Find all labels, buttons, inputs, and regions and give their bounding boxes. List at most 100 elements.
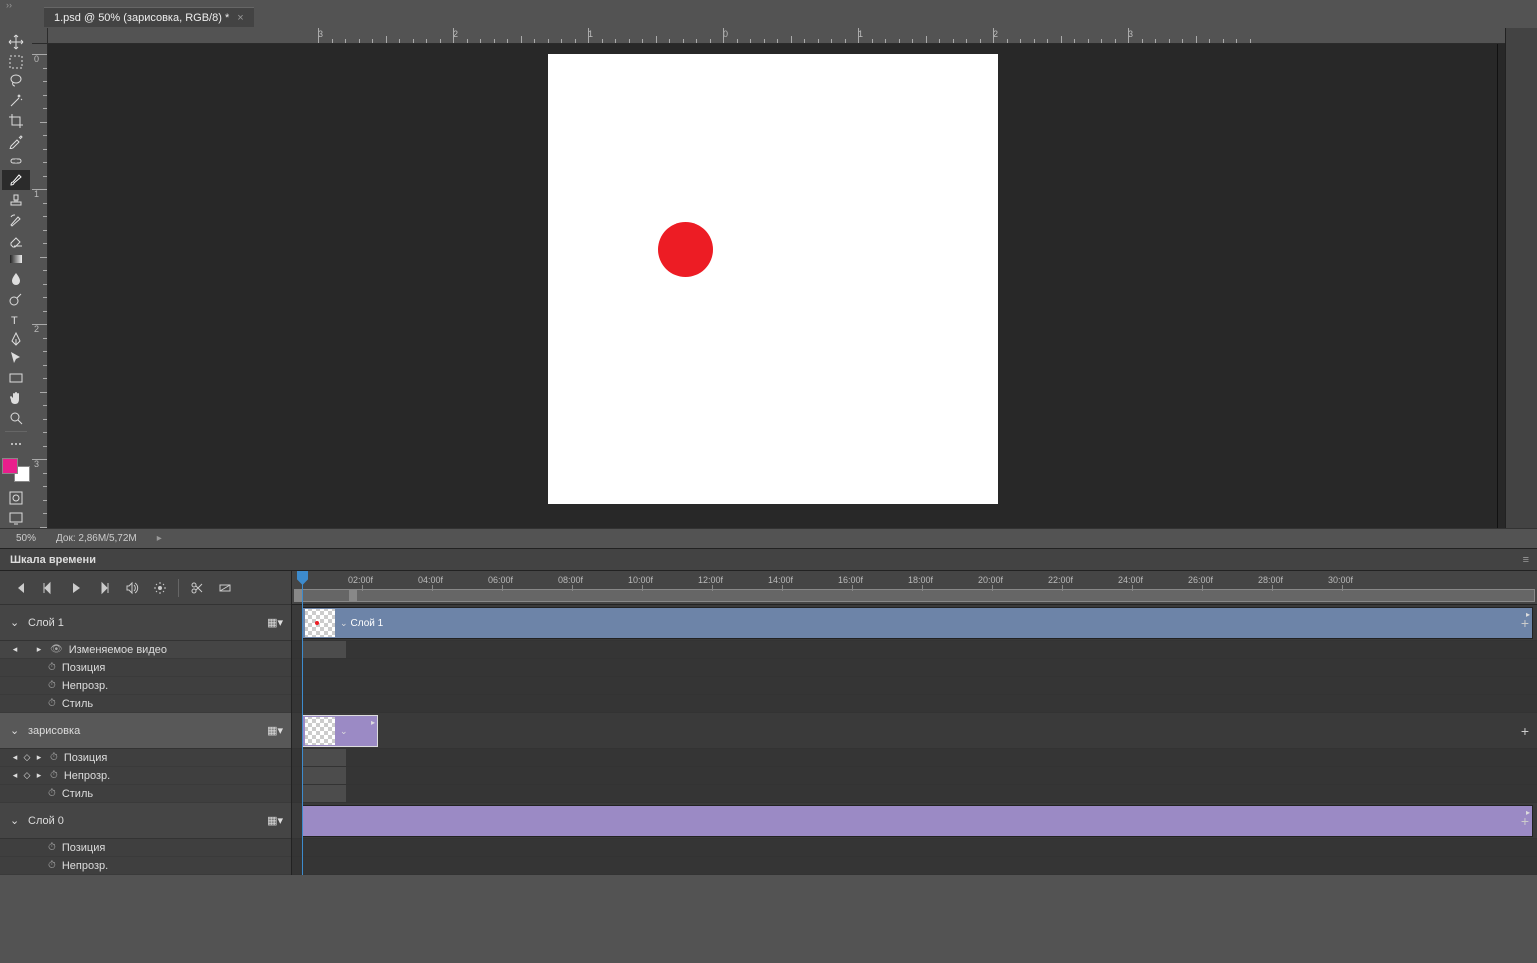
history-brush-tool-icon[interactable] (2, 210, 30, 230)
property-lane[interactable] (292, 641, 1537, 659)
property-lane[interactable] (292, 839, 1537, 857)
clip-lane[interactable]: ⌄ ▸ + (292, 713, 1537, 749)
work-area-bar[interactable] (294, 589, 1535, 602)
stopwatch-icon[interactable]: ⏱ (48, 680, 56, 691)
eyedropper-tool-icon[interactable] (2, 131, 30, 151)
misc-tool-icon[interactable] (2, 434, 30, 454)
document-canvas[interactable] (548, 54, 998, 504)
prev-keyframe-icon[interactable]: ◂ (10, 770, 20, 781)
go-to-start-button[interactable] (6, 576, 34, 600)
lasso-tool-icon[interactable] (2, 72, 30, 92)
stopwatch-icon[interactable]: ⏱ (50, 752, 58, 763)
magic-wand-tool-icon[interactable] (2, 91, 30, 111)
type-tool-icon[interactable]: T (2, 309, 30, 329)
clip-lane[interactable]: ⌄ Слой 1 ▸ + (292, 605, 1537, 641)
move-tool-icon[interactable] (2, 32, 30, 52)
track-property-row[interactable]: ◂◇▸⏱Непрозр. (0, 767, 291, 785)
color-swatch[interactable] (2, 458, 30, 482)
track-property-row[interactable]: ⏱Стиль (0, 785, 291, 803)
zoom-tool-icon[interactable] (2, 408, 30, 428)
track-property-row[interactable]: ⏱Непрозр. (0, 857, 291, 875)
prev-keyframe-icon[interactable]: ◂ (10, 644, 20, 655)
stopwatch-icon[interactable]: ⏱ (48, 662, 56, 673)
marquee-tool-icon[interactable] (2, 52, 30, 72)
time-ruler[interactable]: 02:00f04:00f06:00f08:00f10:00f12:00f14:0… (292, 571, 1537, 605)
dodge-tool-icon[interactable] (2, 289, 30, 309)
timeline-panel-header[interactable]: Шкала времени ≡ (0, 549, 1537, 571)
track-property-row[interactable]: ⏱Стиль (0, 695, 291, 713)
settings-button[interactable] (146, 576, 174, 600)
next-keyframe-icon[interactable]: ▸ (34, 770, 44, 781)
rectangle-tool-icon[interactable] (2, 368, 30, 388)
video-clip[interactable]: ▸ (302, 805, 1533, 837)
stopwatch-icon[interactable]: ⏱ (48, 698, 56, 709)
next-frame-button[interactable] (90, 576, 118, 600)
track-header[interactable]: ⌄ зарисовка ▦▾ (0, 713, 291, 749)
expand-track-icon[interactable]: ⌄ (10, 814, 22, 827)
next-keyframe-icon[interactable]: ▸ (34, 752, 44, 763)
blur-tool-icon[interactable] (2, 269, 30, 289)
status-popup-icon[interactable]: ▸ (157, 533, 162, 544)
property-lane[interactable] (292, 857, 1537, 875)
play-button[interactable] (62, 576, 90, 600)
add-keyframe-icon[interactable]: ◇ (22, 752, 32, 763)
panels-dock[interactable] (1505, 28, 1537, 528)
video-clip[interactable]: ⌄ Слой 1 ▸ (302, 607, 1533, 639)
add-media-icon[interactable]: + (1521, 615, 1529, 631)
doc-size-info[interactable]: Док: 2,86M/5,72M (56, 533, 137, 544)
add-keyframe-icon[interactable]: ◇ (22, 770, 32, 781)
stamp-tool-icon[interactable] (2, 190, 30, 210)
stopwatch-icon[interactable]: ⏱ (48, 842, 56, 853)
horizontal-ruler[interactable]: 3210123 (48, 28, 1505, 44)
prev-keyframe-icon[interactable]: ◂ (10, 752, 20, 763)
timeline-tracks-area[interactable]: 02:00f04:00f06:00f08:00f10:00f12:00f14:0… (292, 571, 1537, 875)
clip-end-icon[interactable]: ▸ (371, 718, 375, 727)
property-lane[interactable] (292, 695, 1537, 713)
clip-lane[interactable]: ▸ + (292, 803, 1537, 839)
work-area-end-handle[interactable] (349, 589, 357, 602)
split-clip-button[interactable] (183, 576, 211, 600)
track-header[interactable]: ⌄ Слой 0 ▦▾ (0, 803, 291, 839)
visibility-icon[interactable]: 👁 (50, 644, 63, 655)
zoom-level[interactable]: 50% (16, 533, 36, 544)
expand-track-icon[interactable]: ⌄ (10, 616, 22, 629)
document-tab[interactable]: 1.psd @ 50% (зарисовка, RGB/8) * × (44, 7, 254, 27)
track-property-row[interactable]: ⏱Позиция (0, 839, 291, 857)
crop-tool-icon[interactable] (2, 111, 30, 131)
panel-menu-icon[interactable]: ≡ (1523, 554, 1529, 566)
pen-tool-icon[interactable] (2, 329, 30, 349)
stopwatch-icon[interactable]: ⏱ (48, 860, 56, 871)
property-lane[interactable] (292, 785, 1537, 803)
clip-chevron-icon[interactable]: ⌄ (340, 726, 348, 737)
close-tab-icon[interactable]: × (237, 12, 243, 24)
screen-mode-icon[interactable] (2, 508, 30, 528)
prev-frame-button[interactable] (34, 576, 62, 600)
track-property-row[interactable]: ◂◇▸⏱Позиция (0, 749, 291, 767)
track-property-row[interactable]: ◂▸ 👁 Изменяемое видео (0, 641, 291, 659)
brush-tool-icon[interactable] (2, 170, 30, 190)
stopwatch-icon[interactable]: ⏱ (48, 788, 56, 799)
clip-chevron-icon[interactable]: ⌄ (340, 618, 348, 629)
healing-brush-tool-icon[interactable] (2, 151, 30, 171)
transition-button[interactable] (211, 576, 239, 600)
property-lane[interactable] (292, 677, 1537, 695)
expand-track-icon[interactable]: ⌄ (10, 724, 22, 737)
eraser-tool-icon[interactable] (2, 230, 30, 250)
track-options-icon[interactable]: ▦▾ (267, 724, 283, 737)
vertical-ruler[interactable]: 0123 (32, 44, 48, 528)
stopwatch-icon[interactable]: ⏱ (50, 770, 58, 781)
track-property-row[interactable]: ⏱Позиция (0, 659, 291, 677)
track-options-icon[interactable]: ▦▾ (267, 616, 283, 629)
property-lane[interactable] (292, 749, 1537, 767)
path-select-tool-icon[interactable] (2, 349, 30, 369)
add-media-icon[interactable]: + (1521, 723, 1529, 739)
next-keyframe-icon[interactable]: ▸ (34, 644, 44, 655)
add-media-icon[interactable]: + (1521, 813, 1529, 829)
audio-toggle-button[interactable] (118, 576, 146, 600)
canvas-area[interactable] (48, 44, 1497, 528)
scrollbar-vertical[interactable] (1497, 44, 1505, 528)
track-options-icon[interactable]: ▦▾ (267, 814, 283, 827)
gradient-tool-icon[interactable] (2, 250, 30, 270)
track-property-row[interactable]: ⏱Непрозр. (0, 677, 291, 695)
playhead[interactable] (302, 571, 303, 875)
